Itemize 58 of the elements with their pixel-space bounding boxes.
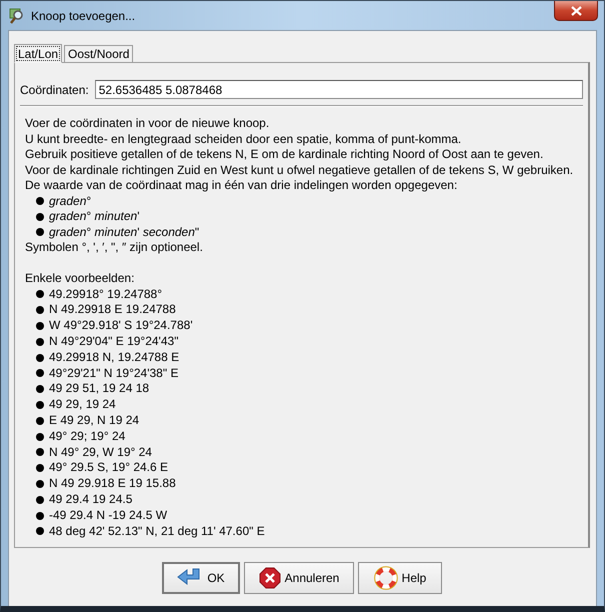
cancel-button[interactable]: Annuleren [244,562,354,594]
window-title: Knoop toevoegen... [31,8,136,22]
bullet-icon [36,496,44,504]
instruction-text: Voor de kardinale richtingen Zuid en West kunt u ofwel negatieve getallen of de tekens S, W gebruiken. [25,162,574,176]
example-text: 48 deg 42' 52.13" N, 21 deg 11' 47.60" E [49,524,265,540]
search-icon [9,8,25,24]
bullet-icon [36,448,44,456]
example-text: 49.29918 N, 19.24788 E [49,350,180,366]
instruction-text: Gebruik positieve getallen of de tekens N, E om de kardinale richting Noord of Oost aan te geven. [25,147,544,161]
format-text: graden° minuten' [49,209,140,224]
close-icon [570,6,582,16]
example-text: W 49°29.918' S 19°24.788' [49,318,193,334]
bullet-icon [36,228,44,236]
coordinates-field[interactable]: 52.6536485 5.0878468 [94,80,583,99]
close-button[interactable] [554,1,598,21]
bullet-icon [36,369,44,378]
bullet-icon [36,385,44,394]
bullet-icon [36,338,44,346]
bullet-icon [36,306,44,314]
bullet-icon [36,527,44,536]
example-text: 49°29'21" N 19°24'38" E [49,366,178,382]
example-text: 49° 29.5 S, 19° 24.6 E [49,460,168,476]
example-text: 49.29918° 19.24788° [49,286,162,302]
example-text: N 49° 29, W 19° 24 [49,444,152,460]
bullet-icon [36,512,44,520]
instruction-text: Voer de coördinaten in voor de nieuwe knoop. [25,116,270,130]
example-text: 49 29, 19 24 [49,397,116,413]
format-text: graden° [49,194,92,209]
bullet-icon [36,432,44,441]
help-button[interactable]: Help [358,562,442,594]
bullet-icon [36,197,44,206]
instruction-text: U kunt breedte- en lengtegraad scheiden door een spatie, komma of punt-komma. [25,132,462,146]
format-text: graden° minuten' seconden" [49,224,200,240]
tab[interactable]: Oost/Noord [64,45,134,62]
instruction-text: De waarde van de coördinaat mag in één van drie indelingen worden opgegeven: [25,178,458,192]
bullet-icon [36,212,44,221]
bullet-icon [36,400,44,409]
bullet-icon [36,464,44,472]
ok-button[interactable]: OK [162,562,240,594]
lifebuoy-icon [374,566,398,590]
bullet-icon [36,290,44,298]
example-text: N 49 29.918 E 19 15.88 [49,476,176,492]
bullet-icon [36,322,44,330]
note-text: Symbolen °, ', ′, ", ″ zijn optioneel. [25,240,203,254]
bullet-icon [36,354,44,362]
example-text: 49 29 51, 19 24 18 [49,381,150,397]
example-text: N 49°29'04" E 19°24'43" [49,334,178,350]
example-text: 49 29.4 19 24.5 [49,492,132,508]
example-text: -49 29.4 N -19 24.5 W [49,508,168,524]
example-text: N 49.29918 E 19.24788 [49,302,176,318]
bullet-icon [36,416,44,425]
example-text: 49° 29; 19° 24 [49,428,126,444]
tab[interactable]: Lat/Lon [14,44,62,63]
heading-text: Enkele voorbeelden: [25,271,134,285]
field-label: Coördinaten: [20,82,89,96]
bullet-icon [36,480,44,488]
example-text: E 49 29, N 19 24 [49,413,140,429]
cancel-icon [258,567,281,589]
